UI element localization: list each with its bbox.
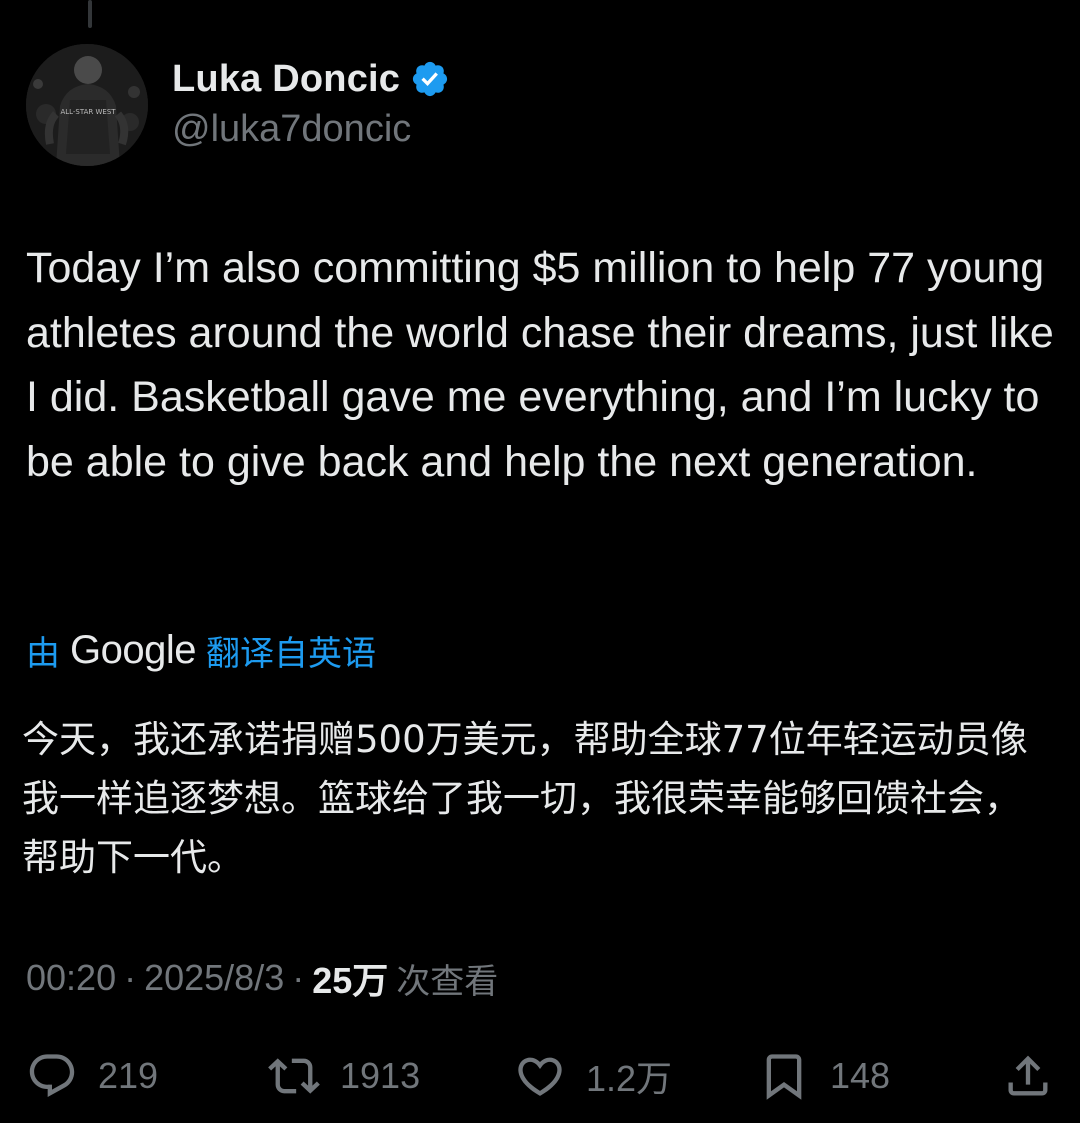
translation-attribution[interactable]: 由 Google 翻译自英语 — [26, 622, 376, 678]
repost-button[interactable]: 1913 — [268, 1046, 420, 1106]
google-logo-text: Google — [70, 627, 196, 672]
translation-suffix: 翻译自英语 — [205, 633, 376, 674]
tweet-date[interactable]: 2025/8/3 — [144, 957, 284, 999]
verified-badge-icon[interactable] — [410, 59, 450, 99]
translated-tweet-text: 今天，我还承诺捐赠500万美元，帮助全球77位年轻运动员像我一样追逐梦想。篮球给… — [22, 718, 1028, 879]
reply-icon — [29, 1054, 75, 1098]
avatar-jersey-text: ALL-STAR WEST — [60, 108, 116, 116]
bookmark-count: 148 — [830, 1055, 891, 1096]
tweet-meta: 00:20 · 2025/8/3 · 25万 次查看 — [26, 950, 498, 1006]
share-icon — [1008, 1055, 1048, 1096]
avatar[interactable]: ALL-STAR WEST — [26, 44, 148, 166]
repost-icon — [268, 1058, 320, 1094]
bookmark-icon — [766, 1054, 802, 1100]
meta-separator: · — [124, 957, 137, 998]
bookmark-button[interactable]: 148 — [758, 1046, 890, 1106]
avatar-image: ALL-STAR WEST — [26, 44, 148, 166]
heart-icon — [518, 1057, 562, 1096]
author-name-row[interactable]: Luka Doncic — [172, 54, 450, 104]
share-button[interactable] — [1002, 1046, 1054, 1106]
author-handle[interactable]: @luka7doncic — [172, 108, 411, 151]
tweet-action-bar: 219 1913 1.2万 148 — [0, 1046, 1080, 1106]
meta-separator: · — [292, 957, 305, 998]
reply-button[interactable]: 219 — [26, 1046, 158, 1106]
tweet-time[interactable]: 00:20 — [26, 957, 116, 999]
views-label: 次查看 — [396, 961, 499, 1002]
reply-count: 219 — [98, 1055, 159, 1096]
author-display-name[interactable]: Luka Doncic — [172, 58, 400, 101]
views-count: 25万 — [312, 960, 389, 1001]
repost-count: 1913 — [340, 1055, 421, 1096]
like-count: 1.2万 — [586, 1058, 673, 1099]
tweet-text: Today I’m also committing $5 million to … — [26, 244, 1054, 486]
translation-prefix: 由 — [26, 633, 60, 674]
like-button[interactable]: 1.2万 — [514, 1046, 672, 1106]
thread-connector-line — [88, 0, 92, 28]
